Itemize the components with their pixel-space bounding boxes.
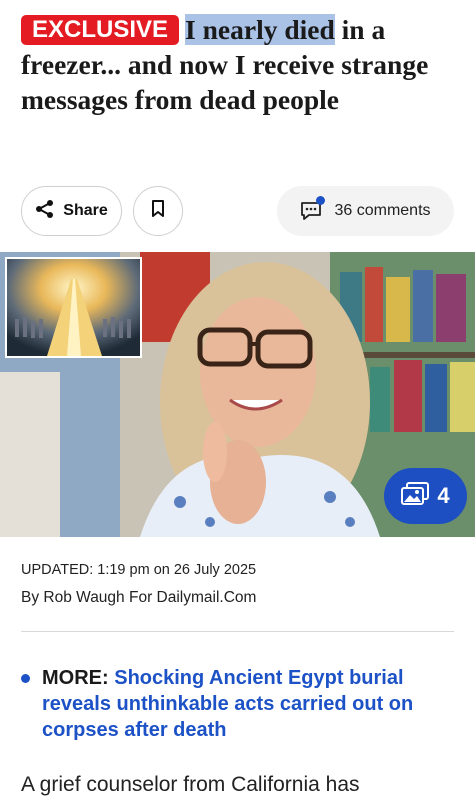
bookmark-icon (151, 199, 165, 223)
article-body-first-line: A grief counselor from California has (21, 773, 360, 796)
article-headline: EXCLUSIVE I nearly died in a freezer... a… (21, 12, 461, 117)
comment-icon (300, 196, 326, 222)
comments-count: 36 comments (334, 202, 431, 219)
author-byline: By Rob Waugh For Dailymail.Com (21, 589, 257, 606)
more-related-block: MORE: Shocking Ancient Egypt burial reve… (21, 665, 451, 743)
share-button[interactable]: Share (21, 186, 122, 236)
updated-timestamp: UPDATED: 1:19 pm on 26 July 2025 (21, 562, 257, 578)
bookmark-button[interactable] (133, 186, 183, 236)
share-label: Share (63, 202, 108, 219)
comments-button[interactable]: 36 comments (277, 186, 454, 236)
more-related-text: MORE: Shocking Ancient Egypt burial reve… (42, 665, 451, 743)
bullet-dot (21, 674, 30, 683)
share-icon (35, 199, 55, 224)
new-comments-indicator (316, 196, 326, 205)
article-actions: Share 36 comments (21, 186, 454, 236)
hero-image[interactable]: 4 (0, 252, 475, 537)
exclusive-badge: EXCLUSIVE (21, 15, 180, 45)
headline-highlighted-text[interactable]: I nearly died (185, 14, 335, 45)
gallery-count: 4 (437, 483, 450, 508)
inset-thumbnail[interactable] (5, 257, 142, 358)
gallery-button[interactable]: 4 (384, 468, 467, 524)
heaven-path-image (7, 259, 140, 356)
divider (21, 631, 454, 632)
image-gallery-icon (401, 481, 430, 511)
more-prefix: MORE: (42, 667, 109, 689)
